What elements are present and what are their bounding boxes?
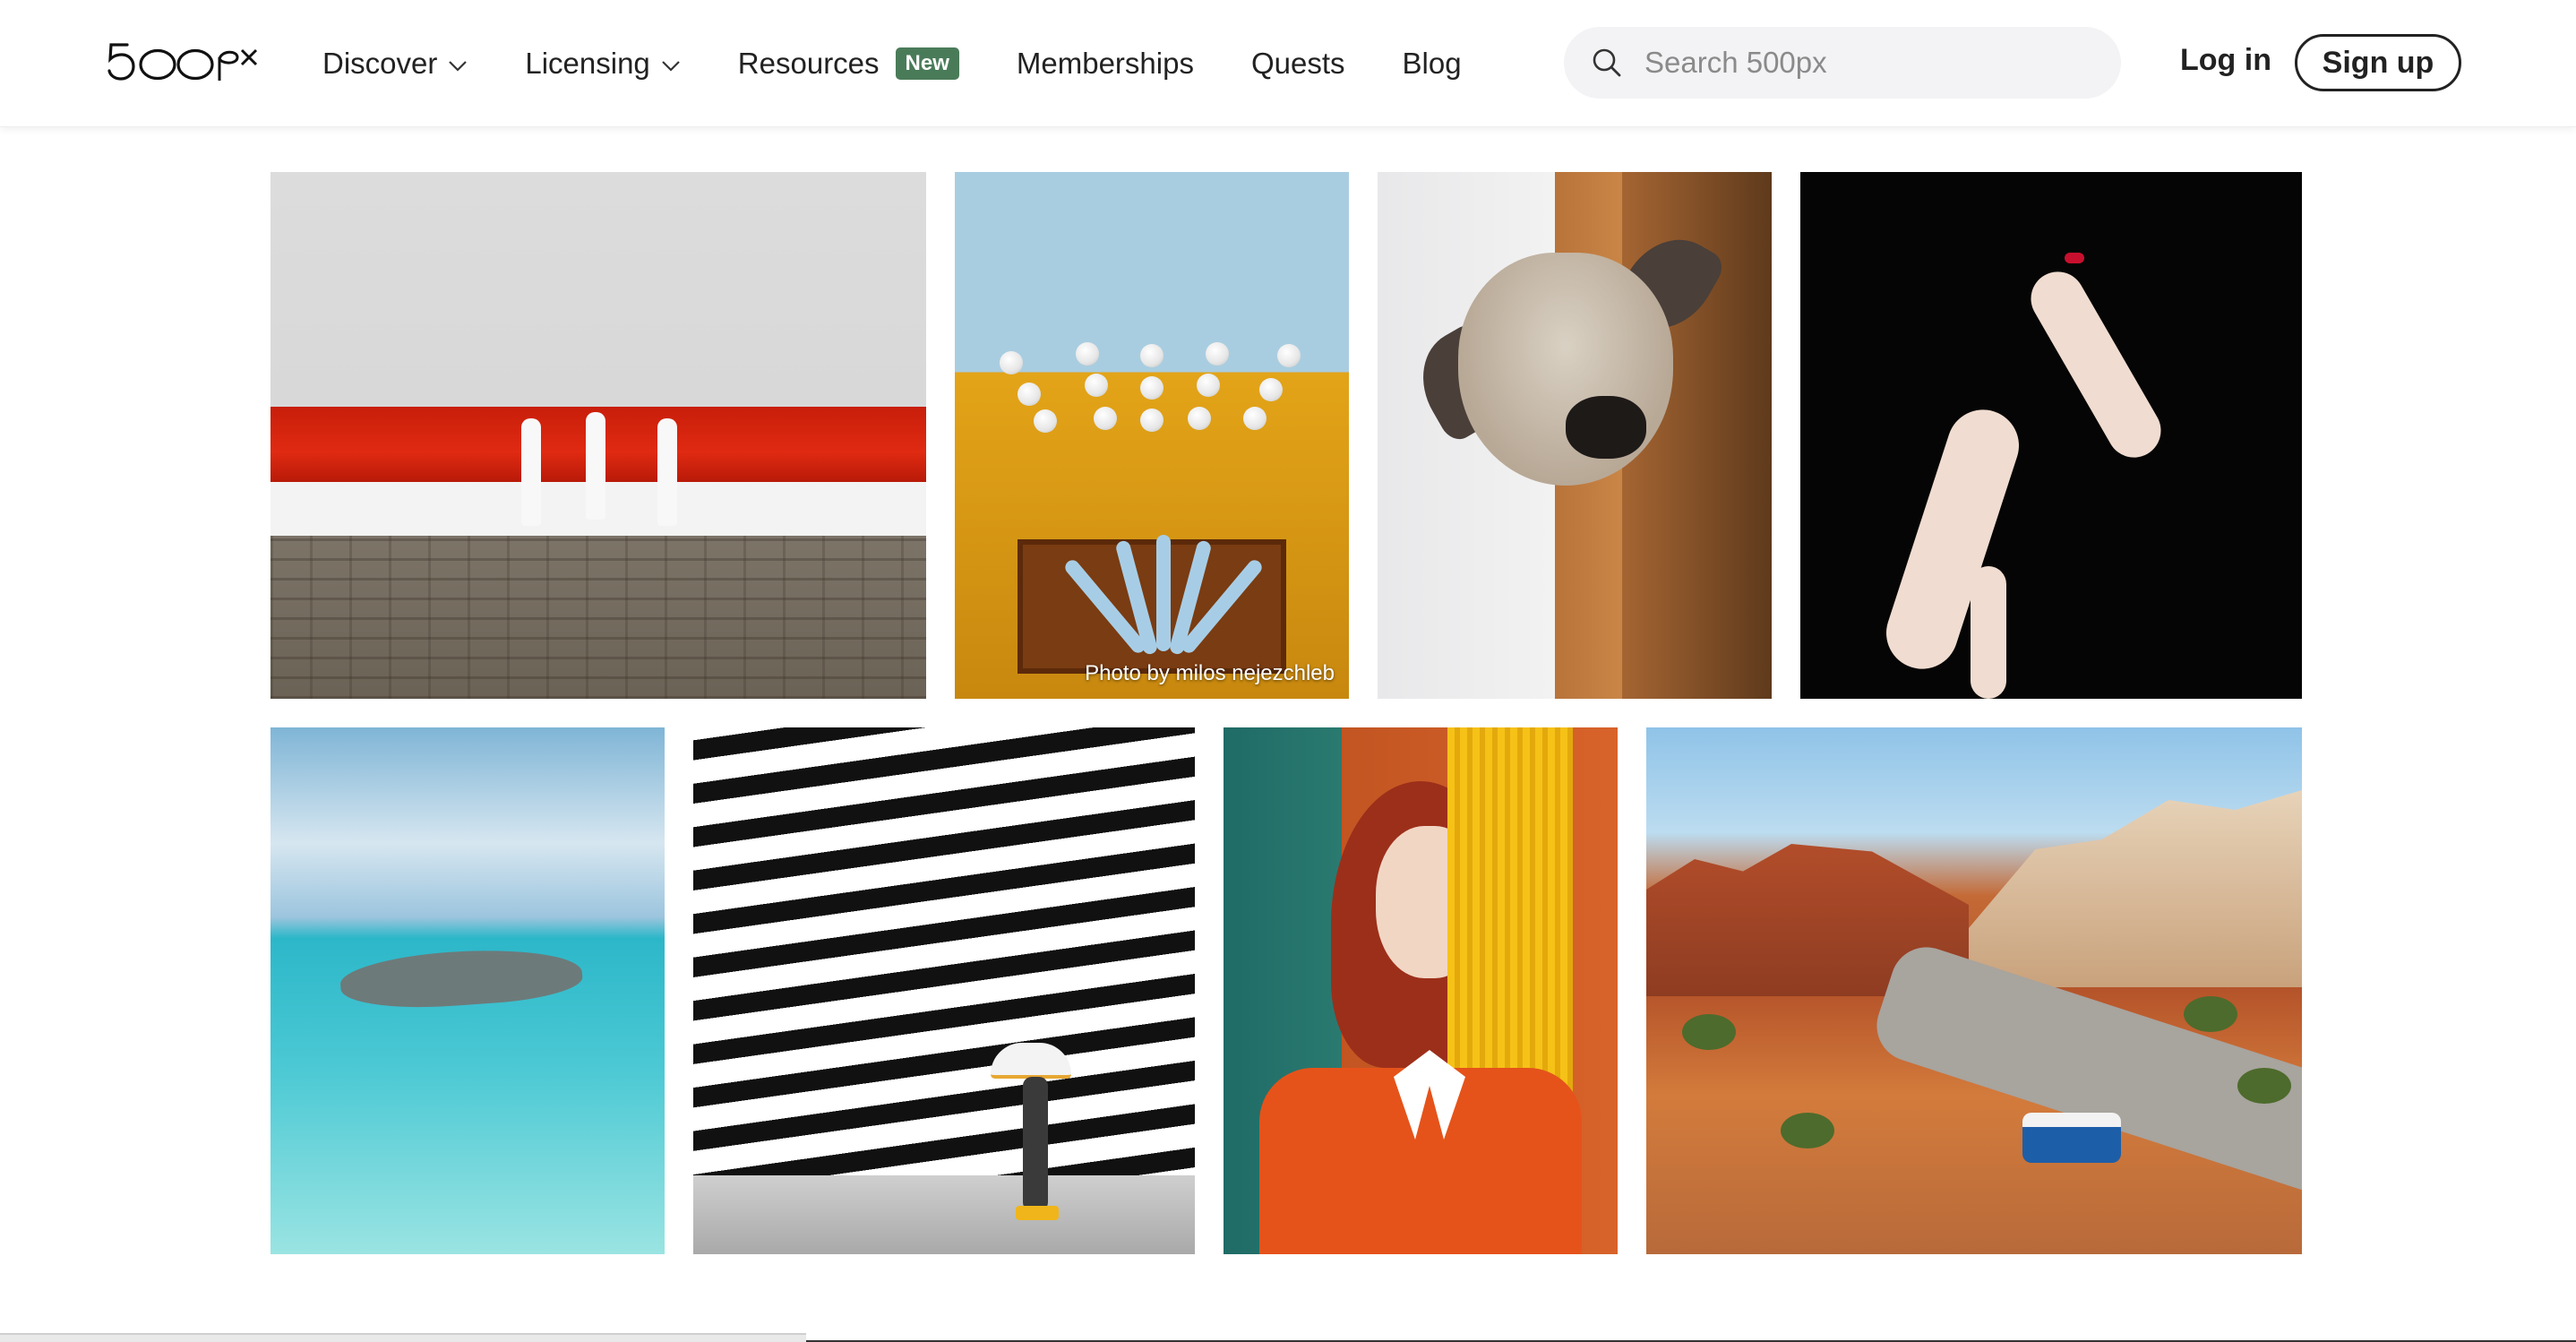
photo-dog-in-doorway[interactable] (1378, 172, 1772, 699)
new-badge: New (895, 47, 959, 80)
chevron-down-icon (448, 60, 468, 73)
site-header: Discover Licensing Resources New Members… (0, 0, 2576, 127)
blue-car (2022, 1113, 2121, 1163)
dog-face (1458, 253, 1673, 486)
bottom-fragment (0, 1333, 806, 1342)
brick-wall (270, 536, 926, 699)
figure-arm (2021, 262, 2171, 468)
search-bar[interactable] (1564, 27, 2121, 99)
figure-man (586, 412, 605, 520)
nav-memberships-label: Memberships (1016, 47, 1194, 80)
umbrella (991, 1043, 1071, 1079)
pale-cliff (1969, 790, 2302, 987)
nav-quests-label: Quests (1250, 47, 1345, 80)
nav-blog-label: Blog (1402, 47, 1462, 80)
nav-quests[interactable]: Quests (1251, 47, 1345, 81)
shark (339, 942, 584, 1014)
nav-discover-label: Discover (322, 47, 438, 80)
signup-button[interactable]: Sign up (2295, 34, 2461, 91)
lamp (1140, 409, 1163, 432)
main-nav: Discover Licensing Resources New Members… (322, 0, 1519, 127)
lamp (1277, 344, 1301, 367)
photo-shark-underwater[interactable] (270, 727, 665, 1254)
bush (2184, 996, 2237, 1032)
figure-person (1023, 1077, 1048, 1211)
photo-red-haired-woman[interactable] (1224, 727, 1618, 1254)
photo-desert-road-car[interactable] (1646, 727, 2302, 1254)
lamp (1206, 342, 1229, 366)
figure-man (521, 418, 541, 526)
lamp (1034, 409, 1057, 433)
nav-resources-label: Resources (737, 47, 880, 80)
figure-leg (1971, 566, 2006, 699)
photo-men-walking-on-wall[interactable] (270, 172, 926, 699)
lamp (1140, 344, 1163, 367)
figure-man (657, 418, 677, 526)
photo-hanging-lamps[interactable]: Photo by milos nejezchleb (955, 172, 1349, 699)
lamp (1197, 374, 1220, 397)
search-input[interactable] (1644, 46, 2092, 80)
photo-striped-wall-umbrella[interactable] (693, 727, 1195, 1254)
lamp (1000, 351, 1023, 374)
yellow-boots (1016, 1206, 1059, 1220)
nav-licensing[interactable]: Licensing (525, 47, 680, 81)
bush (1781, 1113, 1834, 1148)
bush (1682, 1014, 1736, 1050)
dog-nose (1566, 396, 1646, 459)
nav-resources[interactable]: Resources New (738, 47, 959, 81)
nav-licensing-label: Licensing (525, 47, 650, 80)
lamp (1188, 407, 1211, 430)
lamp (1018, 383, 1041, 406)
yellow-fringe (1447, 727, 1573, 1104)
chevron-down-icon (661, 60, 681, 73)
sidewalk (693, 1175, 1195, 1254)
search-icon (1589, 45, 1625, 81)
lamp (1243, 407, 1267, 430)
lamp (1085, 374, 1108, 397)
photo-woman-black-background[interactable] (1800, 172, 2302, 699)
500px-logo[interactable] (107, 38, 258, 91)
lamp (1140, 376, 1163, 400)
lamp (1076, 342, 1099, 366)
login-button[interactable]: Log in (2180, 43, 2271, 78)
photo-credit: Photo by milos nejezchleb (1085, 661, 1335, 685)
nav-discover[interactable]: Discover (322, 47, 468, 81)
lamp (1094, 407, 1117, 430)
dancer-leg (1156, 535, 1171, 651)
bush (2237, 1068, 2291, 1104)
nav-blog[interactable]: Blog (1403, 47, 1462, 81)
red-lips (2065, 253, 2084, 263)
lamp (1259, 378, 1283, 401)
nav-memberships[interactable]: Memberships (1017, 47, 1194, 81)
